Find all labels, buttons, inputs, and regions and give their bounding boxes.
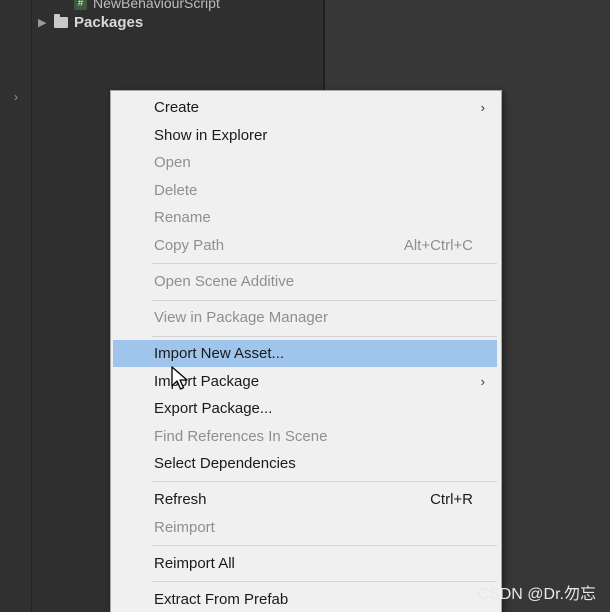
menu-item-label: Open Scene Additive <box>154 273 295 290</box>
menu-item-delete[interactable]: Delete <box>113 177 497 204</box>
menu-item-show-in-explorer[interactable]: Show in Explorer <box>113 122 497 149</box>
menu-item-label: Export Package... <box>154 400 273 417</box>
menu-item-import-new-asset[interactable]: Import New Asset... <box>113 340 497 367</box>
menu-item-reimport[interactable]: Reimport <box>113 514 497 541</box>
menu-separator <box>152 263 497 264</box>
menu-item-rename[interactable]: Rename <box>113 204 497 231</box>
shortcut-label: Alt+Ctrl+C <box>403 237 473 254</box>
menu-item-label: Open <box>154 154 191 171</box>
menu-item-open[interactable]: Open <box>113 149 497 176</box>
menu-item-label: Refresh <box>154 491 207 508</box>
menu-item-label: Reimport All <box>154 555 235 572</box>
csharp-script-icon: # <box>74 0 87 10</box>
menu-item-copy-path[interactable]: Copy Path Alt+Ctrl+C <box>113 232 497 259</box>
menu-item-label: Show in Explorer <box>154 127 268 144</box>
menu-separator <box>152 336 497 337</box>
menu-separator <box>152 481 497 482</box>
left-strip: › <box>0 0 32 612</box>
menu-item-view-in-package-manager[interactable]: View in Package Manager <box>113 304 497 331</box>
mouse-cursor-icon <box>171 366 188 390</box>
menu-item-find-references[interactable]: Find References In Scene <box>113 423 497 450</box>
editor-window: › # NewBehaviourScript ▶ Packages Create… <box>0 0 610 612</box>
menu-item-extract-from-prefab[interactable]: Extract From Prefab <box>113 586 497 612</box>
menu-item-label: Reimport <box>154 519 215 536</box>
menu-item-label: Import New Asset... <box>154 345 285 362</box>
project-item-script[interactable]: # NewBehaviourScript <box>74 0 220 11</box>
submenu-arrow-icon: › <box>480 100 485 115</box>
script-name-label: NewBehaviourScript <box>93 0 220 11</box>
menu-item-open-scene-additive[interactable]: Open Scene Additive <box>113 268 497 295</box>
menu-item-label: Create <box>154 99 200 116</box>
menu-separator <box>152 545 497 546</box>
menu-item-create[interactable]: Create › <box>113 94 497 121</box>
menu-item-label: Delete <box>154 182 198 199</box>
expand-triangle-icon[interactable]: ▶ <box>38 16 48 29</box>
context-menu: Create › Show in Explorer Open Delete Re… <box>110 90 502 612</box>
menu-item-label: Select Dependencies <box>154 455 296 472</box>
menu-separator <box>152 300 497 301</box>
menu-separator <box>152 581 497 582</box>
folder-icon <box>54 14 68 28</box>
submenu-arrow-icon: › <box>480 374 485 389</box>
watermark: CSDN @Dr.勿忘 <box>477 586 596 603</box>
expand-panel-icon[interactable]: › <box>14 90 18 104</box>
shortcut-label: Ctrl+R <box>430 491 473 508</box>
menu-item-export-package[interactable]: Export Package... <box>113 395 497 422</box>
menu-item-label: Rename <box>154 209 211 226</box>
menu-item-select-dependencies[interactable]: Select Dependencies <box>113 450 497 477</box>
menu-item-label: Copy Path <box>154 237 225 254</box>
menu-item-label: Extract From Prefab <box>154 591 289 608</box>
project-item-packages[interactable]: ▶ Packages <box>38 14 143 31</box>
menu-item-label: View in Package Manager <box>154 309 328 326</box>
menu-item-label: Find References In Scene <box>154 428 328 445</box>
packages-label: Packages <box>74 14 144 31</box>
menu-item-refresh[interactable]: Refresh Ctrl+R <box>113 486 497 513</box>
menu-item-reimport-all[interactable]: Reimport All <box>113 550 497 577</box>
